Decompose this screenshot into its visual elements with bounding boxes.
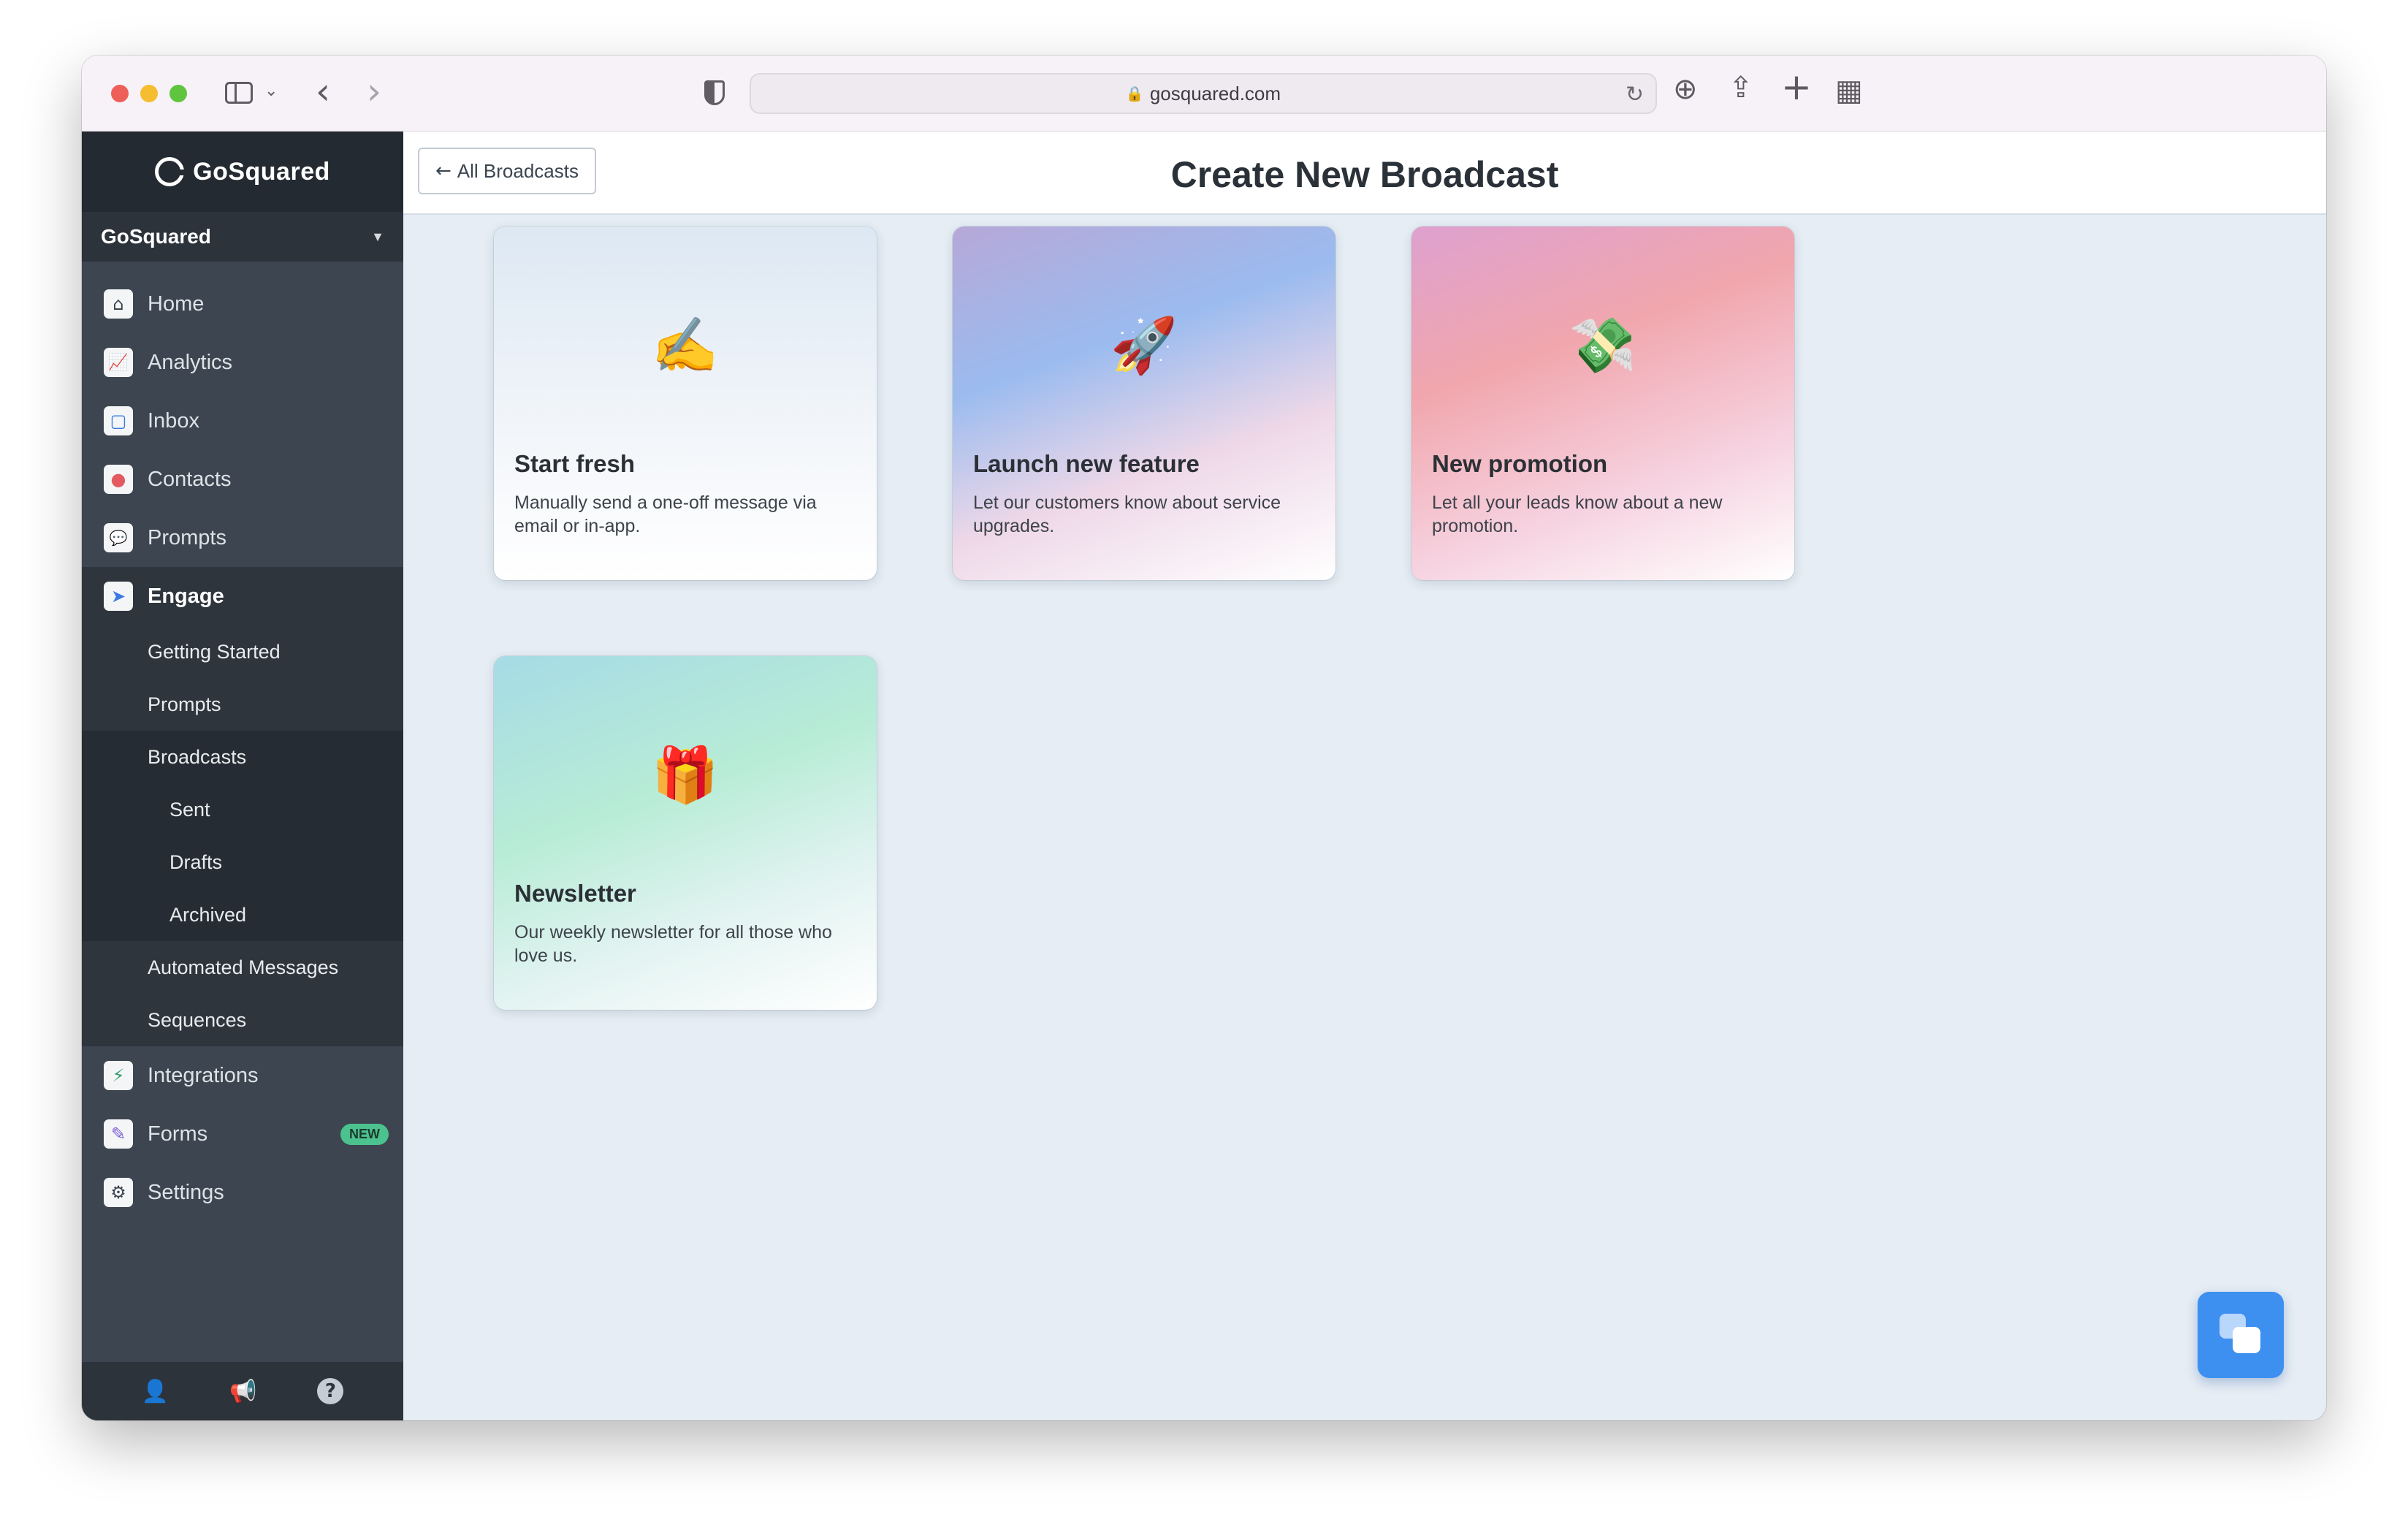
- analytics-icon: 📈: [104, 348, 133, 377]
- gift-icon: 🎁: [651, 744, 720, 807]
- sidebar-item-automated-messages[interactable]: Automated Messages: [82, 941, 403, 994]
- account-name: GoSquared: [101, 225, 211, 248]
- card-description: Manually send a one-off message via emai…: [514, 492, 817, 536]
- address-bar[interactable]: 🔒 gosquared.com ↻: [750, 73, 1657, 114]
- sidebar-item-label: Forms: [148, 1122, 208, 1146]
- card-description: Let our customers know about service upg…: [973, 492, 1281, 536]
- sidebar-item-sequences[interactable]: Sequences: [82, 994, 403, 1046]
- card-description: Let all your leads know about a new prom…: [1432, 492, 1723, 536]
- integrations-icon: ⚡: [104, 1061, 133, 1090]
- writing-hand-icon: ✍️: [651, 314, 720, 377]
- gosquared-logo-icon: [155, 157, 186, 186]
- zoom-window-button[interactable]: [169, 85, 187, 102]
- new-tab-icon[interactable]: +: [1781, 69, 1812, 105]
- chat-launcher-button[interactable]: [2198, 1292, 2284, 1378]
- prompts-icon: 💬: [104, 523, 133, 552]
- forward-arrow-icon[interactable]: ›: [367, 73, 381, 110]
- money-wings-icon: 💸: [1569, 314, 1637, 377]
- sidebar-footer: 👤 📢 ?: [82, 1362, 403, 1420]
- sidebar-item-drafts[interactable]: Drafts: [82, 836, 403, 888]
- engage-submenu: Getting Started Prompts Broadcasts Sent …: [82, 625, 403, 1046]
- close-window-button[interactable]: [111, 85, 129, 102]
- contacts-icon: ●: [104, 465, 133, 494]
- sidebar-item-label: Integrations: [148, 1063, 259, 1087]
- reload-icon[interactable]: ↻: [1626, 82, 1644, 107]
- card-title: Newsletter: [514, 880, 636, 907]
- home-icon: ⌂: [104, 289, 133, 319]
- help-icon[interactable]: ?: [317, 1378, 344, 1404]
- send-icon: ➤: [104, 582, 133, 611]
- broadcasts-submenu: Broadcasts Sent Drafts Archived: [82, 731, 403, 941]
- sidebar-item-analytics[interactable]: 📈 Analytics: [82, 333, 403, 392]
- account-switcher[interactable]: GoSquared ▼: [82, 212, 403, 262]
- brand-logo[interactable]: GoSquared: [82, 132, 403, 212]
- new-badge: NEW: [340, 1123, 389, 1145]
- sidebar-item-label: Prompts: [148, 525, 226, 549]
- sidebar-item-inbox[interactable]: ▢ Inbox: [82, 392, 403, 450]
- page-header: ← All Broadcasts Create New Broadcast: [403, 132, 2326, 215]
- back-arrow-icon[interactable]: ‹: [316, 73, 330, 110]
- sidebar-item-engage-prompts[interactable]: Prompts: [82, 678, 403, 731]
- card-description: Our weekly newsletter for all those who …: [514, 922, 832, 966]
- card-title: New promotion: [1432, 450, 1608, 477]
- sidebar-toggle-icon[interactable]: [225, 82, 253, 104]
- browser-toolbar: ⌄ ‹ › 🔒 gosquared.com ↻ ⊕ ⇪ + ▦: [82, 56, 2326, 132]
- card-title: Start fresh: [514, 450, 636, 477]
- sidebar-nav: ⌂ Home 📈 Analytics ▢ Inbox ● Contacts 💬 …: [82, 262, 403, 1222]
- settings-gear-icon: ⚙: [104, 1178, 133, 1207]
- pencil-icon: ✎: [104, 1119, 133, 1149]
- sidebar-item-archived[interactable]: Archived: [82, 888, 403, 941]
- page-title: Create New Broadcast: [1170, 154, 1559, 195]
- main-content: ← All Broadcasts Create New Broadcast ✍️…: [403, 132, 2326, 1420]
- sidebar-item-broadcasts[interactable]: Broadcasts: [82, 731, 403, 783]
- tab-overview-icon[interactable]: ▦: [1835, 76, 1863, 105]
- rocket-icon: 🚀: [1110, 314, 1178, 377]
- sidebar-item-label: Analytics: [148, 350, 233, 374]
- broadcast-template-grid: ✍️ Start fresh Manually send a one-off m…: [494, 227, 1794, 1010]
- sidebar-item-contacts[interactable]: ● Contacts: [82, 450, 403, 509]
- lock-icon: 🔒: [1125, 85, 1144, 102]
- inbox-icon: ▢: [104, 406, 133, 435]
- caret-down-icon: ▼: [371, 229, 384, 244]
- url-text: gosquared.com: [1149, 82, 1281, 104]
- card-title: Launch new feature: [973, 450, 1200, 477]
- sidebar-item-sent[interactable]: Sent: [82, 783, 403, 836]
- sidebar-item-label: Home: [148, 292, 205, 316]
- sidebar-item-engage[interactable]: ➤ Engage: [82, 567, 403, 625]
- megaphone-icon[interactable]: 📢: [229, 1379, 256, 1404]
- sidebar-item-getting-started[interactable]: Getting Started: [82, 625, 403, 678]
- sidebar-item-forms[interactable]: ✎ Forms NEW: [82, 1105, 403, 1163]
- chevron-down-icon[interactable]: ⌄: [264, 83, 278, 99]
- sidebar-item-home[interactable]: ⌂ Home: [82, 275, 403, 333]
- template-card-new-promotion[interactable]: 💸 New promotion Let all your leads know …: [1411, 227, 1794, 580]
- sidebar-item-label: Inbox: [148, 408, 199, 433]
- template-card-launch-new-feature[interactable]: 🚀 Launch new feature Let our customers k…: [953, 227, 1336, 580]
- minimize-window-button[interactable]: [140, 85, 158, 102]
- share-icon[interactable]: ⇪: [1729, 73, 1753, 102]
- browser-window: ⌄ ‹ › 🔒 gosquared.com ↻ ⊕ ⇪ + ▦ GoSquare…: [82, 56, 2326, 1420]
- template-card-start-fresh[interactable]: ✍️ Start fresh Manually send a one-off m…: [494, 227, 877, 580]
- sidebar-item-label: Settings: [148, 1180, 224, 1204]
- template-card-newsletter[interactable]: 🎁 Newsletter Our weekly newsletter for a…: [494, 656, 877, 1010]
- app-sidebar: GoSquared GoSquared ▼ ⌂ Home 📈 Analytics…: [82, 132, 403, 1420]
- sidebar-item-settings[interactable]: ⚙ Settings: [82, 1163, 403, 1222]
- sidebar-item-label: Contacts: [148, 467, 232, 491]
- sidebar-item-integrations[interactable]: ⚡ Integrations: [82, 1046, 403, 1105]
- brand-name: GoSquared: [193, 157, 330, 186]
- privacy-shield-icon[interactable]: [704, 80, 725, 105]
- sidebar-item-label: Engage: [148, 584, 224, 608]
- download-icon[interactable]: ⊕: [1673, 75, 1698, 104]
- user-icon[interactable]: 👤: [142, 1379, 169, 1404]
- sidebar-item-prompts[interactable]: 💬 Prompts: [82, 509, 403, 567]
